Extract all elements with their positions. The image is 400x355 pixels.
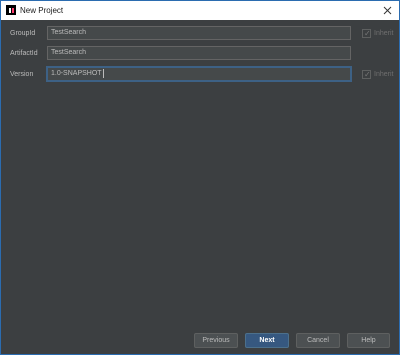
text-caret bbox=[102, 68, 104, 78]
version-input[interactable]: 1.0-SNAPSHOT bbox=[47, 67, 351, 81]
new-project-dialog: New Project GroupId TestSearch ✓ Inherit… bbox=[0, 0, 400, 355]
group-id-input[interactable]: TestSearch bbox=[47, 26, 351, 40]
close-button[interactable] bbox=[380, 3, 394, 17]
inherit-label: Inherit bbox=[374, 71, 394, 78]
title-bar: New Project bbox=[1, 1, 399, 20]
artifact-id-input[interactable]: TestSearch bbox=[47, 46, 351, 60]
checkmark-icon: ✓ bbox=[364, 29, 371, 38]
inherit-label: Inherit bbox=[374, 30, 394, 37]
checkmark-icon: ✓ bbox=[364, 70, 371, 79]
artifact-id-label: ArtifactId bbox=[10, 50, 38, 57]
close-icon bbox=[383, 6, 391, 14]
previous-button[interactable]: Previous bbox=[194, 333, 238, 348]
cancel-button[interactable]: Cancel bbox=[296, 333, 340, 348]
intellij-icon bbox=[6, 5, 16, 15]
group-id-inherit-checkbox[interactable]: ✓ Inherit bbox=[362, 29, 393, 38]
version-value: 1.0-SNAPSHOT bbox=[51, 70, 102, 77]
window-title: New Project bbox=[20, 6, 64, 15]
version-inherit-checkbox[interactable]: ✓ Inherit bbox=[362, 70, 393, 79]
group-id-label: GroupId bbox=[10, 30, 36, 37]
checkbox-box: ✓ bbox=[362, 70, 371, 79]
next-button[interactable]: Next bbox=[245, 333, 289, 348]
help-button[interactable]: Help bbox=[347, 333, 390, 348]
version-label: Version bbox=[10, 71, 34, 78]
checkbox-box: ✓ bbox=[362, 29, 371, 38]
